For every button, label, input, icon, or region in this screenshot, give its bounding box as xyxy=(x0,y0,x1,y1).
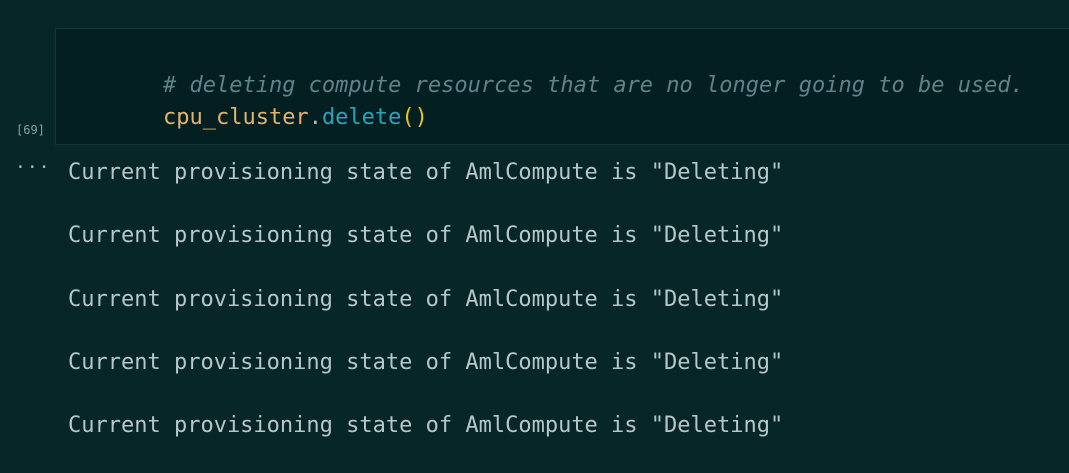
output-area: Current provisioning state of AmlCompute… xyxy=(68,157,783,473)
code-cell[interactable]: # deleting compute resources that are no… xyxy=(55,28,1069,145)
code-variable: cpu_cluster xyxy=(162,105,309,130)
output-line: Current provisioning state of AmlCompute… xyxy=(68,286,784,312)
code-parens: () xyxy=(401,105,428,130)
code-dot: . xyxy=(308,105,322,130)
code-line-call: cpu_cluster.delete() xyxy=(110,79,428,157)
code-method: delete xyxy=(321,105,402,130)
execution-count: [69] xyxy=(16,123,45,137)
output-line: Current provisioning state of AmlCompute… xyxy=(68,349,784,375)
output-line: Current provisioning state of AmlCompute… xyxy=(68,413,784,439)
output-line: Current provisioning state of AmlCompute… xyxy=(68,223,784,249)
output-line: Current provisioning state of AmlCompute… xyxy=(68,160,784,185)
ellipsis-icon[interactable]: ··· xyxy=(15,157,51,178)
